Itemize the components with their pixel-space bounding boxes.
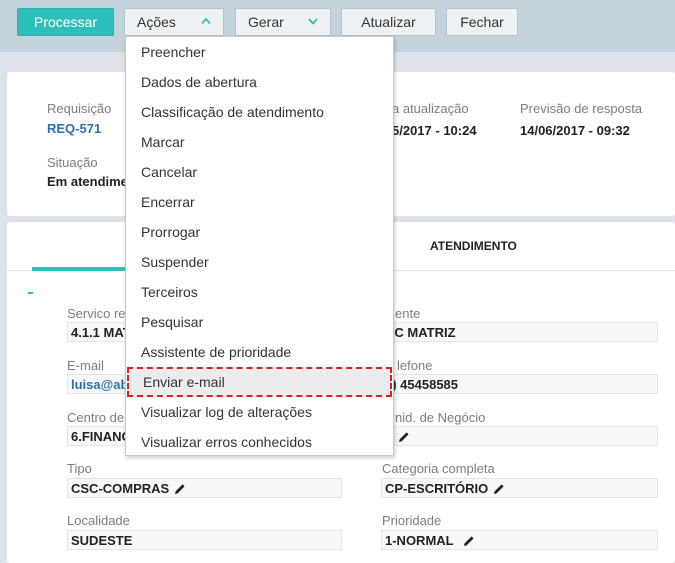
- cost-center-field[interactable]: 6.FINANC: [67, 426, 127, 446]
- location-label: Localidade: [67, 513, 130, 528]
- service-field[interactable]: 4.1.1 MAT: [67, 322, 127, 342]
- business-unit-label: nid. de Negócio: [395, 410, 486, 425]
- last-update-value: 5/2017 - 10:24: [392, 123, 477, 138]
- menu-item-close[interactable]: Encerrar: [126, 187, 393, 217]
- pencil-icon[interactable]: [173, 482, 187, 496]
- business-unit-field[interactable]: [381, 426, 658, 446]
- chevron-up-icon: [201, 17, 211, 25]
- pencil-icon[interactable]: [397, 430, 411, 444]
- menu-item-extend[interactable]: Prorrogar: [126, 217, 393, 247]
- priority-field[interactable]: 1-NORMAL: [381, 530, 658, 550]
- phone-label: lefone: [397, 358, 433, 373]
- menu-item-suspend[interactable]: Suspender: [126, 247, 393, 277]
- actions-dropdown-button[interactable]: Ações: [124, 8, 224, 36]
- service-label: Servico req: [67, 306, 133, 321]
- menu-item-fill[interactable]: Preencher: [126, 37, 393, 67]
- email-value[interactable]: luisa@ab: [71, 377, 126, 392]
- menu-item-classification[interactable]: Classificação de atendimento: [126, 97, 393, 127]
- priority-label: Prioridade: [382, 513, 442, 528]
- last-update-label: a atualização: [392, 101, 469, 116]
- close-button[interactable]: Fechar: [446, 8, 518, 36]
- client-label: ente: [395, 306, 421, 321]
- type-field[interactable]: CSC-COMPRAS: [67, 478, 342, 498]
- forecast-value: 14/06/2017 - 09:32: [520, 123, 630, 138]
- generate-dropdown-button[interactable]: Gerar: [235, 8, 331, 36]
- email-label: E-mail: [67, 358, 104, 373]
- pencil-icon[interactable]: [462, 534, 476, 548]
- menu-item-priority-assistant[interactable]: Assistente de prioridade: [126, 337, 393, 367]
- tab-attendance[interactable]: ATENDIMENTO: [430, 239, 517, 253]
- actions-label: Ações: [137, 14, 176, 30]
- generate-label: Gerar: [248, 14, 284, 30]
- menu-item-schedule[interactable]: Marcar: [126, 127, 393, 157]
- client-field[interactable]: BC MATRIZ: [381, 322, 658, 342]
- menu-item-send-email[interactable]: Enviar e-mail: [127, 367, 392, 397]
- section-marker: [28, 292, 33, 294]
- status-value: Em atendime: [47, 174, 128, 189]
- cost-center-value: 6.FINANC: [71, 429, 127, 444]
- pencil-icon[interactable]: [492, 482, 506, 496]
- forecast-label: Previsão de resposta: [520, 101, 643, 116]
- client-value: BC MATRIZ: [385, 325, 456, 340]
- menu-item-cancel[interactable]: Cancelar: [126, 157, 393, 187]
- menu-item-known-errors[interactable]: Visualizar erros conhecidos: [126, 427, 393, 457]
- actions-menu: Preencher Dados de abertura Classificaçã…: [125, 36, 394, 456]
- category-label: Categoria completa: [382, 461, 495, 476]
- type-value: CSC-COMPRAS: [71, 481, 170, 496]
- type-label: Tipo: [67, 461, 92, 476]
- priority-value: 1-NORMAL: [385, 533, 454, 548]
- chevron-down-icon: [308, 18, 318, 25]
- request-id-link[interactable]: REQ-571: [47, 121, 101, 136]
- status-label: Situação: [47, 155, 98, 170]
- location-field[interactable]: SUDESTE: [67, 530, 342, 550]
- category-value: CP-ESCRITÓRIO: [385, 481, 489, 496]
- menu-item-search[interactable]: Pesquisar: [126, 307, 393, 337]
- refresh-button[interactable]: Atualizar: [341, 8, 436, 36]
- location-value: SUDESTE: [71, 533, 133, 548]
- process-button[interactable]: Processar: [17, 8, 114, 36]
- email-field[interactable]: luisa@ab: [67, 374, 127, 394]
- service-value: 4.1.1 MAT: [71, 325, 127, 340]
- phone-value: 1) 45458585: [385, 377, 459, 392]
- menu-item-change-log[interactable]: Visualizar log de alterações: [126, 397, 393, 427]
- category-field[interactable]: CP-ESCRITÓRIO: [381, 478, 658, 498]
- request-label: Requisição: [47, 101, 112, 116]
- phone-field[interactable]: 1) 45458585: [381, 374, 658, 394]
- menu-item-third-parties[interactable]: Terceiros: [126, 277, 393, 307]
- menu-item-opening-data[interactable]: Dados de abertura: [126, 67, 393, 97]
